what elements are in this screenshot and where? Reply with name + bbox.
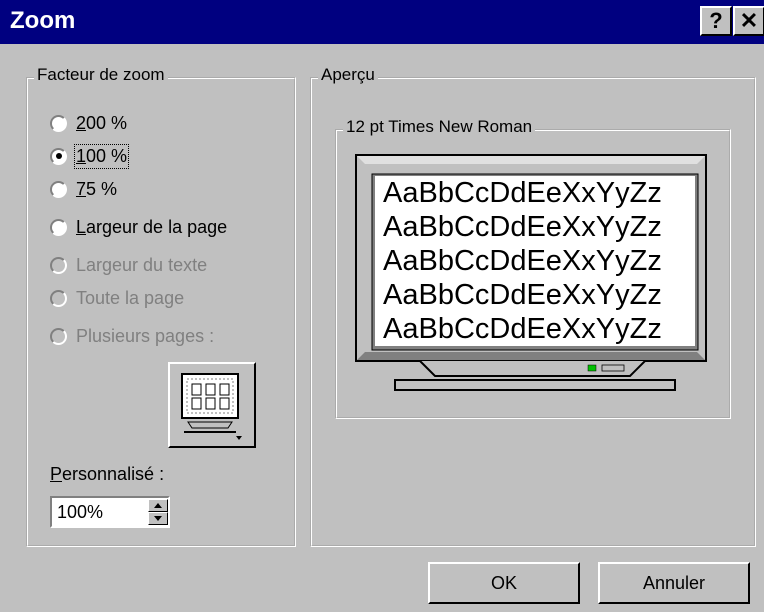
sample-line: AaBbCcDdEeXxYyZz [383,245,662,277]
radio-page-width[interactable]: Largeur de la page [50,214,227,240]
radio-page-width-label: Largeur de la page [76,216,228,237]
help-button[interactable]: ? [700,6,732,36]
font-preview-legend: 12 pt Times New Roman [343,117,536,137]
multiple-pages-button[interactable] [168,362,256,448]
sample-line: AaBbCcDdEeXxYyZz [383,313,662,345]
radio-button-disabled [50,289,67,307]
window-title: Zoom [10,7,76,34]
sample-line: AaBbCcDdEeXxYyZz [383,211,662,243]
radio-button[interactable] [50,114,67,132]
radio-whole-page: Toute la page [50,285,184,311]
zoom-factor-legend: Facteur de zoom [34,65,168,85]
arrow-down-icon [154,516,162,521]
radio-200-label: 200 % [76,112,128,133]
radio-button[interactable] [50,218,67,236]
cancel-button[interactable]: Annuler [598,562,750,604]
preview-legend: Aperçu [318,65,378,85]
radio-200[interactable]: 200 % [50,110,127,136]
radio-text-width-label: Largeur du texte [76,254,208,275]
radio-whole-page-label: Toute la page [76,287,185,308]
radio-75[interactable]: 75 % [50,176,117,202]
radio-button-disabled [50,256,67,274]
close-icon: ✕ [739,8,759,33]
radio-button-selected[interactable] [50,147,67,165]
custom-zoom-value: 100% [57,502,104,522]
sample-line: AaBbCcDdEeXxYyZz [383,177,662,209]
help-icon: ? [709,8,723,33]
spin-down-button[interactable] [148,512,168,525]
monitor-pages-icon [181,373,242,440]
radio-100[interactable]: 100 % [50,143,130,169]
spin-up-button[interactable] [148,499,168,512]
zoom-dialog: Zoom ? ✕ Facteur de zoom 200 % 100 % 75 … [0,0,764,612]
radio-button[interactable] [50,180,67,198]
custom-zoom-label: Personnalisé : [50,464,165,484]
font-sample-text: AaBbCcDdEeXxYyZz AaBbCcDdEeXxYyZz AaBbCc… [375,176,695,346]
radio-many-pages-label: Plusieurs pages : [76,325,215,346]
title-bar[interactable]: Zoom ? ✕ [0,0,764,44]
radio-text-width: Largeur du texte [50,252,207,278]
arrow-up-icon [154,503,162,508]
radio-many-pages: Plusieurs pages : [50,323,214,349]
radio-dot-icon [55,153,62,159]
radio-100-label: 100 % [73,143,130,169]
custom-zoom-input[interactable]: 100% [50,496,170,528]
sample-line: AaBbCcDdEeXxYyZz [383,279,662,311]
ok-button[interactable]: OK [428,562,580,604]
close-button[interactable]: ✕ [733,6,764,36]
radio-button-disabled [50,327,67,345]
radio-75-label: 75 % [76,178,118,199]
